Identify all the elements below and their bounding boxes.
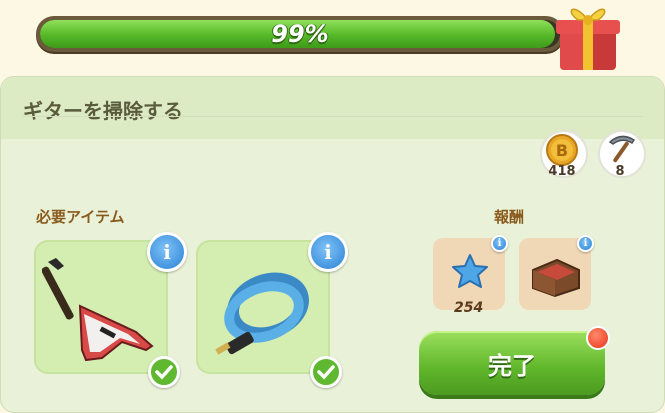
required-items-label: 必要アイテム [36, 208, 125, 226]
guitar-icon [42, 258, 154, 362]
check-icon [310, 356, 342, 388]
panel-divider [22, 116, 643, 117]
coin-stat: B 418 [540, 130, 588, 182]
progress-percent: 99% [271, 20, 329, 48]
rewards-label: 報酬 [494, 208, 525, 226]
reward-star-amount: 254 [454, 300, 484, 316]
pickaxe-icon [608, 135, 636, 163]
required-item-cable[interactable]: i [196, 232, 348, 388]
progress-track: 99% [40, 20, 560, 48]
info-button[interactable]: i [308, 232, 348, 272]
info-button[interactable]: i [577, 235, 594, 252]
quest-title: ギターを掃除する [23, 99, 183, 123]
svg-text:B: B [556, 141, 568, 160]
reward-crate[interactable]: i [519, 235, 594, 310]
notification-dot [586, 326, 610, 350]
crate-icon [532, 258, 580, 298]
pickaxe-stat: 8 [598, 130, 646, 182]
complete-button[interactable]: 完了 [419, 331, 605, 395]
quest-progress-bar: 99% [36, 16, 564, 52]
pickaxe-amount: 8 [615, 164, 625, 179]
required-item-guitar[interactable]: i [34, 232, 187, 388]
coin-icon: B [546, 134, 578, 166]
gift-box-icon[interactable] [552, 0, 624, 72]
info-button[interactable]: i [491, 235, 508, 252]
check-icon [148, 356, 180, 388]
coin-amount: 418 [548, 164, 576, 179]
cable-icon [215, 272, 309, 355]
star-icon [452, 254, 488, 288]
info-button[interactable]: i [147, 232, 187, 272]
